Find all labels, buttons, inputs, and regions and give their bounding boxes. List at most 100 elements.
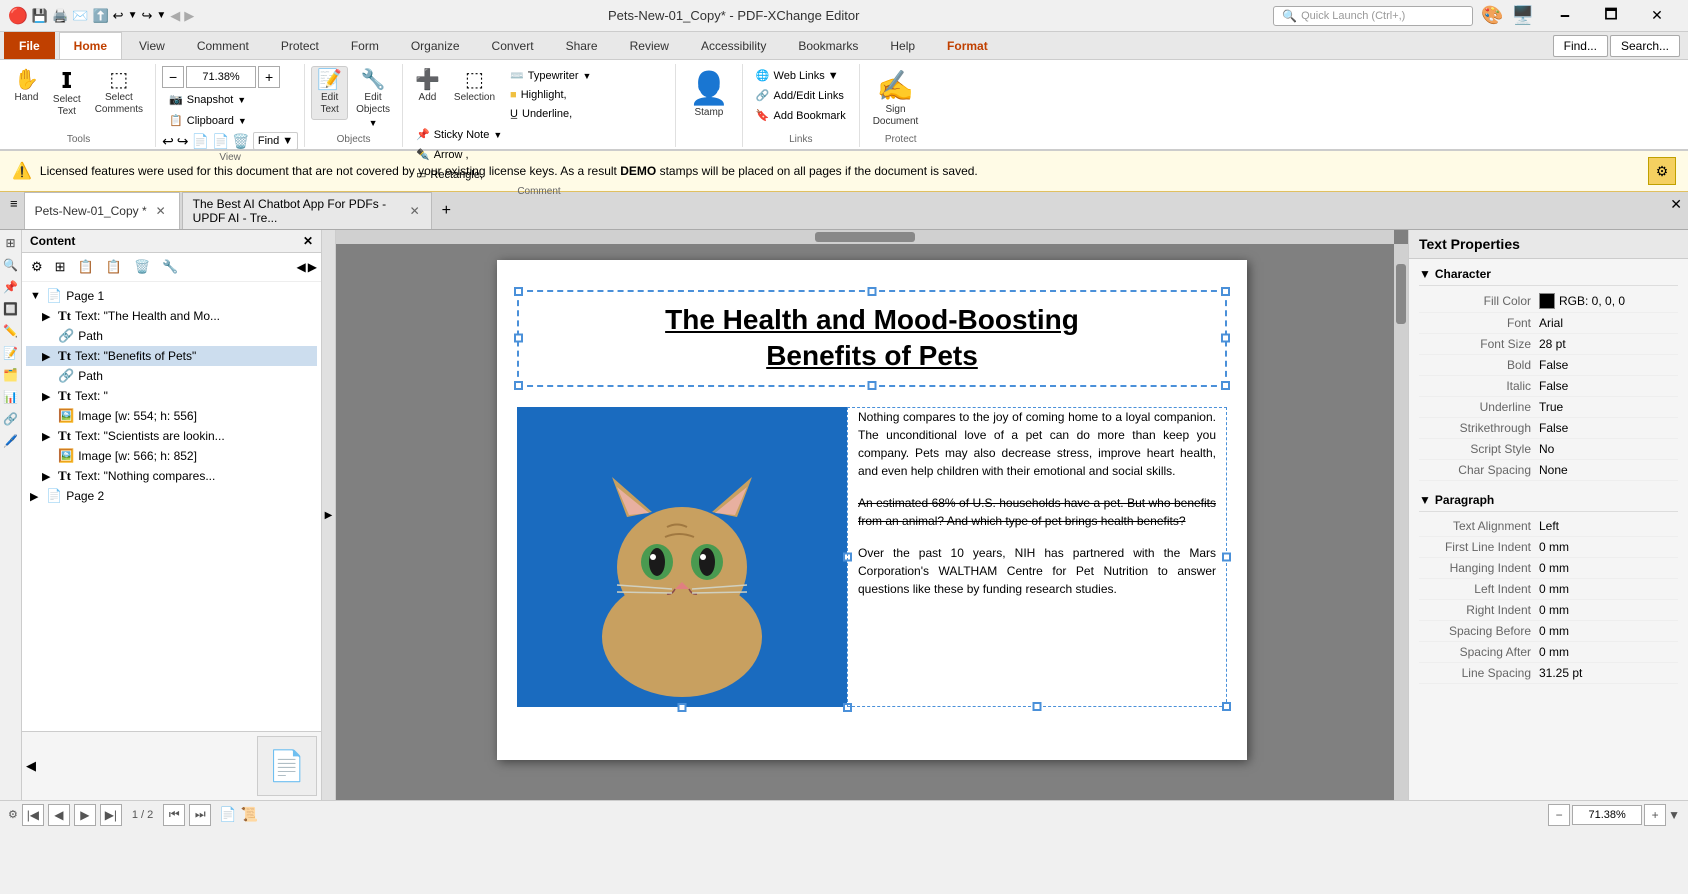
- typewriter-dropdown[interactable]: ▼: [583, 71, 592, 81]
- notification-action-button[interactable]: ⚙: [1648, 157, 1676, 185]
- doc-tab-0-close[interactable]: ✕: [153, 203, 169, 219]
- tree-item-path1[interactable]: 🔗 Path: [26, 326, 317, 346]
- maximize-button[interactable]: 🗖: [1588, 0, 1634, 32]
- typewriter-button[interactable]: ⌨️ Typewriter ▼: [503, 66, 598, 85]
- tab-bookmarks[interactable]: Bookmarks: [783, 32, 873, 59]
- monitor-icon[interactable]: 🖥️: [1512, 5, 1534, 26]
- ui-icon[interactable]: 🎨: [1481, 5, 1503, 26]
- content-tool-1[interactable]: ⚙: [26, 256, 48, 278]
- scroll-mode-icon[interactable]: 📜: [241, 806, 258, 823]
- tab-convert[interactable]: Convert: [477, 32, 549, 59]
- delete-icon[interactable]: 🗑️: [232, 133, 249, 150]
- text-handle-bm[interactable]: [1033, 702, 1042, 711]
- tree-item-page2[interactable]: ▶ 📄 Page 2: [26, 486, 317, 506]
- status-icon-1[interactable]: ⚙: [8, 808, 18, 821]
- highlight-button[interactable]: ■ Highlight,: [503, 86, 598, 104]
- forward-status-button[interactable]: ⏭: [189, 804, 211, 826]
- expand-icon[interactable]: ▼: [30, 290, 42, 302]
- snapshot-dropdown[interactable]: ▼: [237, 95, 246, 105]
- minimize-button[interactable]: 🗕: [1542, 0, 1588, 32]
- pdf-viewer[interactable]: The Health and Mood-Boosting Benefits of…: [336, 230, 1408, 800]
- snapshot-button[interactable]: 📷 Snapshot ▼: [162, 90, 253, 109]
- arrow-button[interactable]: ✒️ Arrow ,: [409, 145, 509, 164]
- zoom-out-button[interactable]: −: [162, 66, 184, 88]
- handle-tm[interactable]: [868, 287, 877, 296]
- hand-button[interactable]: ✋ Hand: [8, 66, 45, 108]
- tree-item-text2[interactable]: ▶ Tt Text: "Benefits of Pets": [26, 346, 317, 366]
- handle-br[interactable]: [1221, 381, 1230, 390]
- character-header[interactable]: ▼ Character: [1419, 263, 1678, 286]
- rotate2-icon[interactable]: ↪: [177, 133, 189, 150]
- web-links-button[interactable]: 🌐 Web Links ▼: [749, 66, 853, 85]
- tool-icon-6[interactable]: 📝: [2, 344, 20, 362]
- zoom-more-icon[interactable]: ▼: [1668, 808, 1680, 822]
- vertical-scroll-thumb[interactable]: [1396, 264, 1406, 324]
- horizontal-scrollbar[interactable]: [336, 230, 1394, 244]
- content-panel-close[interactable]: ✕: [303, 234, 313, 248]
- content-scroll-left[interactable]: ◀: [297, 260, 306, 274]
- add-edit-links-button[interactable]: 🔗 Add/Edit Links: [749, 86, 853, 105]
- img-handle-bm[interactable]: [678, 703, 687, 712]
- quick-launch-input[interactable]: 🔍 Quick Launch (Ctrl+,): [1273, 6, 1473, 26]
- tree-item-text3[interactable]: ▶ Tt Text: ": [26, 386, 317, 406]
- stamp-button[interactable]: 👤 Stamp: [682, 66, 736, 122]
- tab-review[interactable]: Review: [615, 32, 684, 59]
- add-button[interactable]: ➕ Add: [409, 66, 446, 108]
- tree-item-page1[interactable]: ▼ 📄 Page 1: [26, 286, 317, 306]
- tab-comment[interactable]: Comment: [182, 32, 264, 59]
- forward-icon[interactable]: ▶: [184, 8, 194, 24]
- edit-text-button[interactable]: 📝 EditText: [311, 66, 348, 120]
- zoom-in-status-button[interactable]: +: [1644, 804, 1666, 826]
- page-mode-icon[interactable]: 📄: [219, 806, 236, 823]
- zoom-out-status-button[interactable]: −: [1548, 804, 1570, 826]
- content-scroll-right[interactable]: ▶: [308, 260, 317, 274]
- expand2-icon[interactable]: ▶: [42, 350, 54, 363]
- properties-scroll[interactable]: ▼ Character Fill Color RGB: 0, 0, 0 Font…: [1409, 259, 1688, 800]
- page-icon[interactable]: 📄: [192, 133, 209, 150]
- handle-bm[interactable]: [868, 381, 877, 390]
- tab-file[interactable]: File: [4, 32, 55, 59]
- handle-mr[interactable]: [1221, 334, 1230, 343]
- zoom-in-button[interactable]: +: [258, 66, 280, 88]
- search-button[interactable]: Search...: [1610, 35, 1680, 57]
- tool-icon-10[interactable]: 🖊️: [2, 432, 20, 450]
- print-icon[interactable]: 🖨️: [52, 8, 68, 24]
- tab-format[interactable]: Format: [932, 32, 1003, 59]
- horizontal-scroll-thumb[interactable]: [815, 232, 915, 242]
- save-icon[interactable]: 💾: [32, 8, 48, 24]
- tree-item-image1[interactable]: 🖼️ Image [w: 554; h: 556]: [26, 406, 317, 426]
- handle-bl[interactable]: [514, 381, 523, 390]
- back-icon[interactable]: ◀: [170, 8, 180, 24]
- tree-item-path2[interactable]: 🔗 Path: [26, 366, 317, 386]
- tab-home[interactable]: Home: [59, 32, 122, 59]
- tool-icon-4[interactable]: 🔲: [2, 300, 20, 318]
- vertical-scrollbar[interactable]: [1394, 244, 1408, 800]
- tool-icon-1[interactable]: ⊞: [2, 234, 20, 252]
- first-page-button[interactable]: |◀: [22, 804, 44, 826]
- expand3-icon[interactable]: ▶: [42, 390, 54, 403]
- selection-button[interactable]: ⬚ Selection: [448, 66, 501, 108]
- redo-icon[interactable]: ↪: [141, 8, 152, 24]
- find-button[interactable]: Find...: [1553, 35, 1608, 57]
- rotate-icon[interactable]: ↩: [162, 133, 174, 150]
- tab-protect[interactable]: Protect: [266, 32, 334, 59]
- redo-dropdown-icon[interactable]: ▼: [156, 10, 166, 21]
- expand5-icon[interactable]: ▶: [42, 470, 54, 483]
- tab-help[interactable]: Help: [875, 32, 930, 59]
- expand-page2[interactable]: ▶: [30, 490, 42, 503]
- tab-share[interactable]: Share: [551, 32, 613, 59]
- tree-item-text1[interactable]: ▶ Tt Text: "The Health and Mo...: [26, 306, 317, 326]
- select-comments-button[interactable]: ⬚ SelectComments: [89, 66, 149, 120]
- last-page-button[interactable]: ▶|: [100, 804, 122, 826]
- tab-organize[interactable]: Organize: [396, 32, 475, 59]
- tree-item-image2[interactable]: 🖼️ Image [w: 566; h: 852]: [26, 446, 317, 466]
- tool-icon-3[interactable]: 📌: [2, 278, 20, 296]
- clipboard-button[interactable]: 📋 Clipboard ▼: [162, 111, 254, 130]
- find-in-view-button[interactable]: Find ▼: [253, 132, 298, 150]
- next-page-button[interactable]: ▶: [74, 804, 96, 826]
- tool-icon-9[interactable]: 🔗: [2, 410, 20, 428]
- zoom-status-input[interactable]: [1572, 805, 1642, 825]
- undo-dropdown-icon[interactable]: ▼: [128, 10, 138, 21]
- edit-objects-dropdown[interactable]: ▼: [369, 118, 378, 128]
- tree-item-text4[interactable]: ▶ Tt Text: "Scientists are lookin...: [26, 426, 317, 446]
